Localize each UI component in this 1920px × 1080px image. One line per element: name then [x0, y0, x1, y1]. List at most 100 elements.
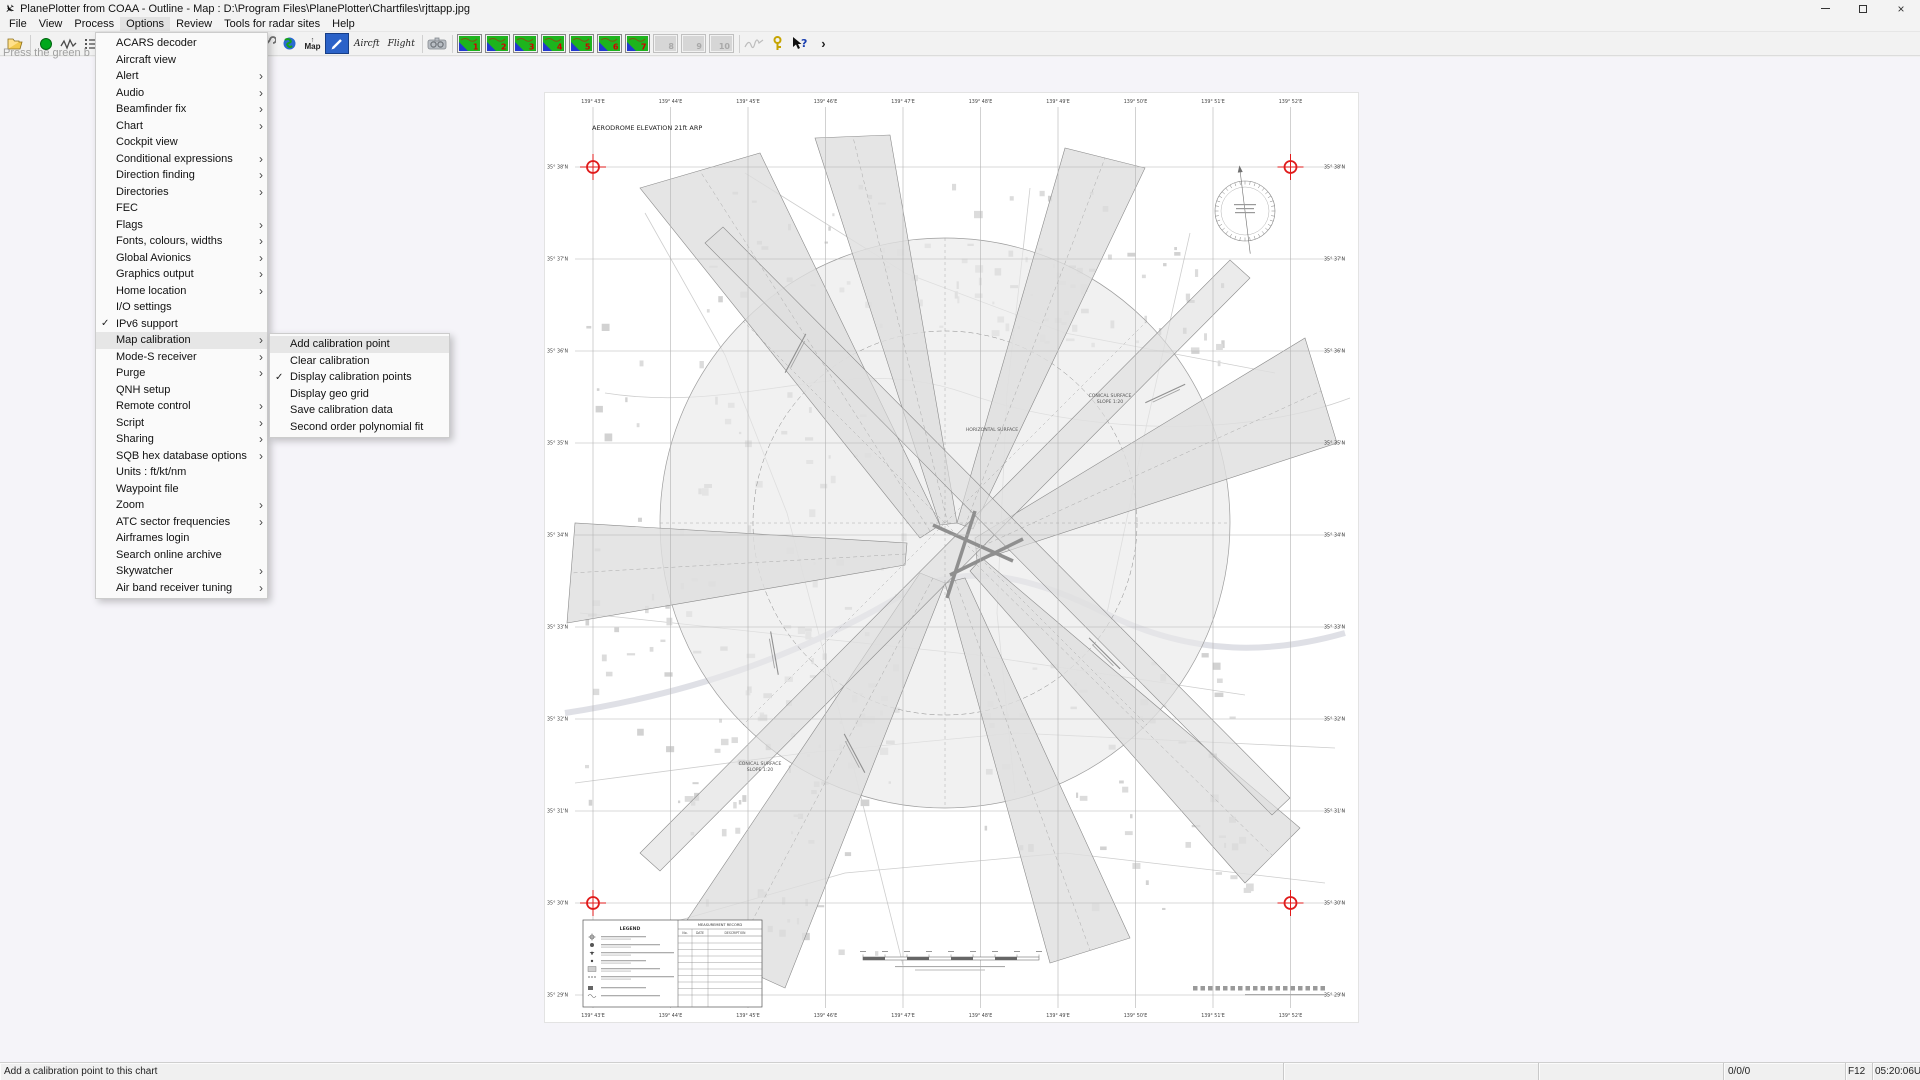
close-button[interactable]: ×: [1882, 0, 1920, 17]
capture-button[interactable]: [427, 33, 448, 54]
menu-item-acars-decoder[interactable]: ACARS decoder: [96, 35, 267, 52]
submenu-arrow-icon: ›: [254, 88, 263, 98]
menubar-item-options[interactable]: Options: [120, 17, 170, 31]
menu-item-label: Save calibration data: [290, 404, 436, 416]
svg-text:10: 10: [719, 42, 731, 51]
grid-longitude-label: 139° 43'E: [581, 99, 605, 105]
menu-item-label: Global Avionics: [116, 252, 254, 264]
menu-item-purge[interactable]: Purge›: [96, 365, 267, 382]
menu-item-zoom[interactable]: Zoom›: [96, 497, 267, 514]
flight-list-button[interactable]: Flight: [385, 33, 418, 54]
menu-item-atc-sector-frequencies[interactable]: ATC sector frequencies›: [96, 514, 267, 531]
chart-select-button-7[interactable]: 7: [625, 34, 650, 53]
menu-item-sharing[interactable]: Sharing›: [96, 431, 267, 448]
svg-text:3: 3: [529, 43, 535, 52]
menu-item-directories[interactable]: Directories›: [96, 184, 267, 201]
menu-item-chart[interactable]: Chart›: [96, 118, 267, 135]
menubar-item-review[interactable]: Review: [170, 17, 218, 31]
menu-item-graphics-output[interactable]: Graphics output›: [96, 266, 267, 283]
chart-select-button-6[interactable]: 6: [597, 34, 622, 53]
calibration-marker[interactable]: [1278, 154, 1304, 180]
signature-button-disabled: [744, 33, 765, 54]
chart-select-button-5[interactable]: 5: [569, 34, 594, 53]
menu-item-label: Home location: [116, 285, 254, 297]
menu-item-direction-finding[interactable]: Direction finding›: [96, 167, 267, 184]
calibration-marker[interactable]: [1278, 890, 1304, 916]
chart-select-button-1[interactable]: 1: [457, 34, 482, 53]
menu-item-qnh-setup[interactable]: QNH setup: [96, 382, 267, 399]
menu-item-flags[interactable]: Flags›: [96, 217, 267, 234]
help-cursor-icon: ?: [791, 36, 809, 51]
menu-item-label: Remote control: [116, 400, 254, 412]
calibration-marker[interactable]: [580, 154, 606, 180]
menu-item-audio[interactable]: Audio›: [96, 85, 267, 102]
minimize-button[interactable]: [1806, 0, 1844, 17]
aircraft-list-button[interactable]: Aircft: [351, 33, 383, 54]
menu-item-aircraft-view[interactable]: Aircraft view: [96, 52, 267, 69]
menu-item-fec[interactable]: FEC: [96, 200, 267, 217]
status-bar: Add a calibration point to this chart 0/…: [0, 1062, 1920, 1080]
submenu-arrow-icon: ›: [254, 517, 263, 527]
menubar-item-help[interactable]: Help: [326, 17, 361, 31]
chart-select-button-3[interactable]: 3: [513, 34, 538, 53]
menubar-item-file[interactable]: File: [3, 17, 33, 31]
key-button[interactable]: [767, 33, 788, 54]
calibration-marker[interactable]: [580, 890, 606, 916]
grid-latitude-label: 35° 38'N: [1324, 165, 1345, 171]
menu-item-second-order-polynomial-fit[interactable]: Second order polynomial fit: [270, 419, 449, 436]
menu-item-waypoint-file[interactable]: Waypoint file: [96, 481, 267, 498]
menu-item-i-o-settings[interactable]: I/O settings: [96, 299, 267, 316]
outline-edit-button[interactable]: [325, 33, 349, 54]
menubar-item-view[interactable]: View: [33, 17, 69, 31]
menu-item-display-calibration-points[interactable]: ✓Display calibration points: [270, 369, 449, 386]
chart-thumbnail-icon: 3: [515, 36, 536, 51]
menu-item-fonts-colours-widths[interactable]: Fonts, colours, widths›: [96, 233, 267, 250]
menu-item-conditional-expressions[interactable]: Conditional expressions›: [96, 151, 267, 168]
menu-item-skywatcher[interactable]: Skywatcher›: [96, 563, 267, 580]
toolbar-expand-button[interactable]: ›: [813, 33, 834, 54]
menu-item-display-geo-grid[interactable]: Display geo grid: [270, 386, 449, 403]
menu-item-clear-calibration[interactable]: Clear calibration: [270, 353, 449, 370]
menu-item-units-ft-kt-nm[interactable]: Units : ft/kt/nm: [96, 464, 267, 481]
menu-item-air-band-receiver-tuning[interactable]: Air band receiver tuning›: [96, 580, 267, 597]
aerodrome-chart[interactable]: 139° 43'E139° 43'E139° 44'E139° 44'E139°…: [545, 93, 1358, 1022]
context-help-button[interactable]: ?: [790, 33, 811, 54]
grid-latitude-label: 35° 32'N: [1324, 717, 1345, 723]
menu-item-script[interactable]: Script›: [96, 415, 267, 432]
globe-view-button[interactable]: [279, 33, 300, 54]
chart-thumbnail-icon: 4: [543, 36, 564, 51]
menubar-item-process[interactable]: Process: [68, 17, 120, 31]
menu-item-ipv6-support[interactable]: ✓IPv6 support: [96, 316, 267, 333]
menubar-item-tools-for-radar-sites[interactable]: Tools for radar sites: [218, 17, 326, 31]
chart-thumbnail-icon: 8: [655, 36, 676, 51]
chart-select-button-2[interactable]: 2: [485, 34, 510, 53]
menu-item-label: Purge: [116, 367, 254, 379]
menu-item-label: SQB hex database options: [116, 450, 254, 462]
menu-item-airframes-login[interactable]: Airframes login: [96, 530, 267, 547]
menu-item-home-location[interactable]: Home location›: [96, 283, 267, 300]
menu-item-cockpit-view[interactable]: Cockpit view: [96, 134, 267, 151]
menu-item-add-calibration-point[interactable]: Add calibration point: [270, 336, 449, 353]
menu-item-global-avionics[interactable]: Global Avionics›: [96, 250, 267, 267]
map-button[interactable]: ↑ Map: [302, 33, 323, 54]
grid-longitude-label: 139° 45'E: [736, 99, 760, 105]
grid-latitude-label: 35° 33'N: [1324, 625, 1345, 631]
menu-item-sqb-hex-database-options[interactable]: SQB hex database options›: [96, 448, 267, 465]
menu-item-search-online-archive[interactable]: Search online archive: [96, 547, 267, 564]
menu-item-beamfinder-fix[interactable]: Beamfinder fix›: [96, 101, 267, 118]
submenu-arrow-icon: ›: [254, 418, 263, 428]
menubar: FileViewProcessOptionsReviewTools for ra…: [0, 17, 1920, 31]
menu-item-mode-s-receiver[interactable]: Mode-S receiver›: [96, 349, 267, 366]
menu-item-alert[interactable]: Alert›: [96, 68, 267, 85]
grid-longitude-label: 139° 47'E: [891, 99, 915, 105]
submenu-arrow-icon: ›: [254, 286, 263, 296]
menu-item-label: Fonts, colours, widths: [116, 235, 254, 247]
chart-thumbnail-icon: 10: [711, 36, 732, 51]
svg-text:9: 9: [697, 42, 703, 51]
menu-item-remote-control[interactable]: Remote control›: [96, 398, 267, 415]
grid-latitude-label: 35° 34'N: [1324, 533, 1345, 539]
maximize-button[interactable]: [1844, 0, 1882, 17]
chart-select-button-4[interactable]: 4: [541, 34, 566, 53]
menu-item-map-calibration[interactable]: Map calibration›: [96, 332, 267, 349]
menu-item-save-calibration-data[interactable]: Save calibration data: [270, 402, 449, 419]
